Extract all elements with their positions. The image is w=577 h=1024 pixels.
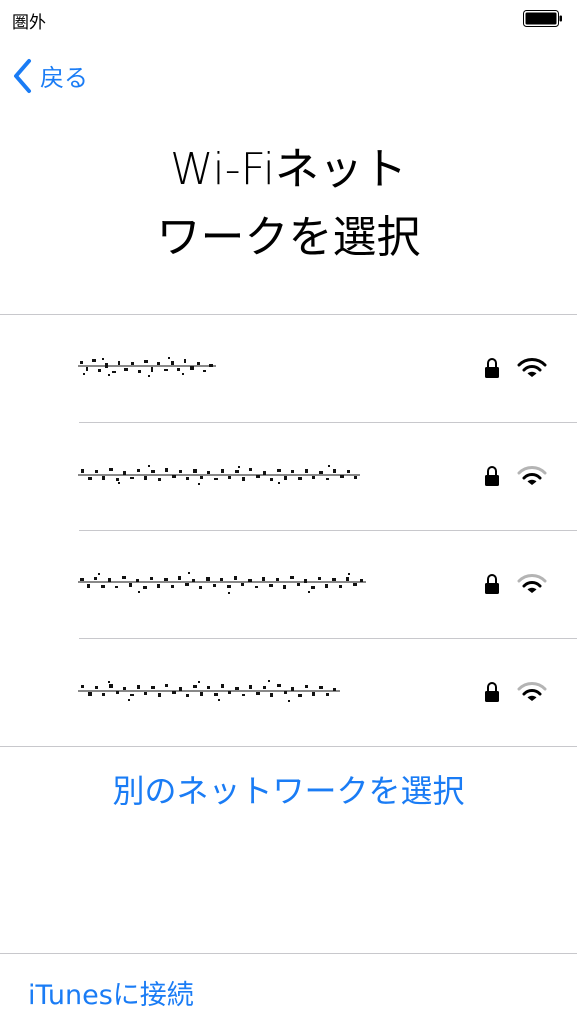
page-title-line-2: ワークを選択: [156, 212, 421, 263]
status-bar: 圏外: [0, 0, 577, 40]
wifi-icon: [517, 574, 547, 593]
page-title: Wi-Fiネット ワークを選択: [0, 136, 577, 272]
battery-icon: [523, 10, 562, 27]
lock-icon: [485, 358, 499, 378]
network-row[interactable]: [0, 639, 577, 746]
back-button[interactable]: 戻る: [12, 54, 88, 98]
carrier-label: 圏外: [12, 13, 46, 33]
list-bottom-divider: [0, 746, 577, 747]
network-name-redacted: [78, 465, 360, 485]
network-name-redacted: [78, 572, 366, 594]
network-row[interactable]: [0, 531, 577, 638]
lock-icon: [485, 574, 499, 594]
lock-icon: [485, 466, 499, 486]
footer-divider: [0, 953, 577, 954]
chevron-left-icon: [14, 59, 31, 93]
network-row[interactable]: [0, 423, 577, 530]
lock-icon: [485, 682, 499, 702]
wifi-icon: [517, 466, 547, 485]
back-label: 戻る: [40, 63, 88, 92]
network-row[interactable]: [0, 315, 577, 422]
network-name-redacted: [78, 357, 216, 377]
page-title-line-1: Wi-Fiネット: [170, 144, 407, 195]
wifi-icon: [517, 358, 547, 377]
choose-other-network-button[interactable]: 別のネットワークを選択: [0, 766, 577, 812]
wifi-icon: [517, 682, 547, 701]
connect-itunes-link[interactable]: iTunesに接続: [28, 973, 194, 1012]
network-name-redacted: [78, 680, 340, 702]
